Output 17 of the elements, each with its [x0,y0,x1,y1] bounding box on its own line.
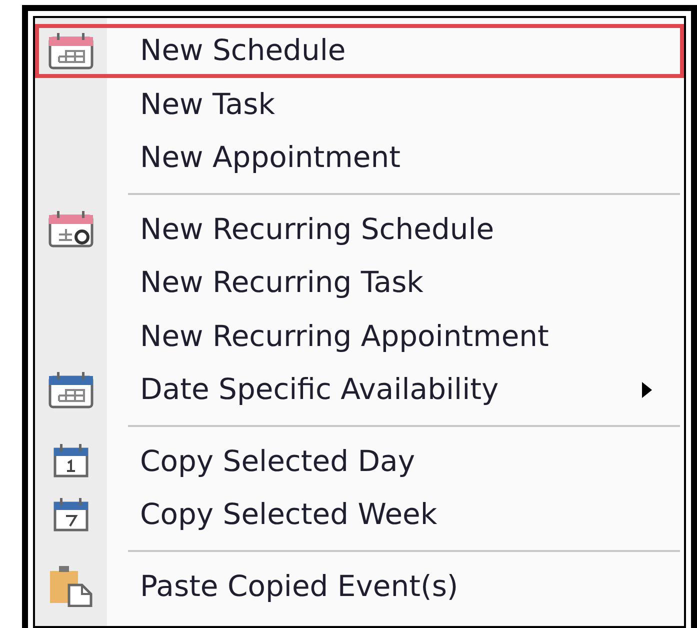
submenu-arrow-icon [642,382,652,398]
calendar-icon [48,32,94,70]
calendar-day-icon [53,443,89,480]
clipboard-icon [49,565,93,608]
menu-item[interactable]: New Schedule [35,24,684,78]
menu-item[interactable]: New Appointment [35,131,684,184]
menu-item[interactable]: Copy Selected Week [35,488,684,542]
calendar-week-icon [53,496,89,533]
calendar-icon [48,370,94,409]
menu-item[interactable]: New Task [35,78,684,131]
menu-item[interactable]: New Recurring Appointment [35,310,684,363]
menu-item[interactable]: New Recurring Task [35,256,684,310]
recurring-calendar-icon [48,210,94,248]
menu-item[interactable]: Copy Selected Day [35,434,684,488]
menu-item[interactable]: Date Specific Availability [35,363,684,416]
menu-item[interactable]: Paste Copied Event(s) [35,560,684,613]
menu-item[interactable]: New Recurring Schedule [35,202,684,256]
